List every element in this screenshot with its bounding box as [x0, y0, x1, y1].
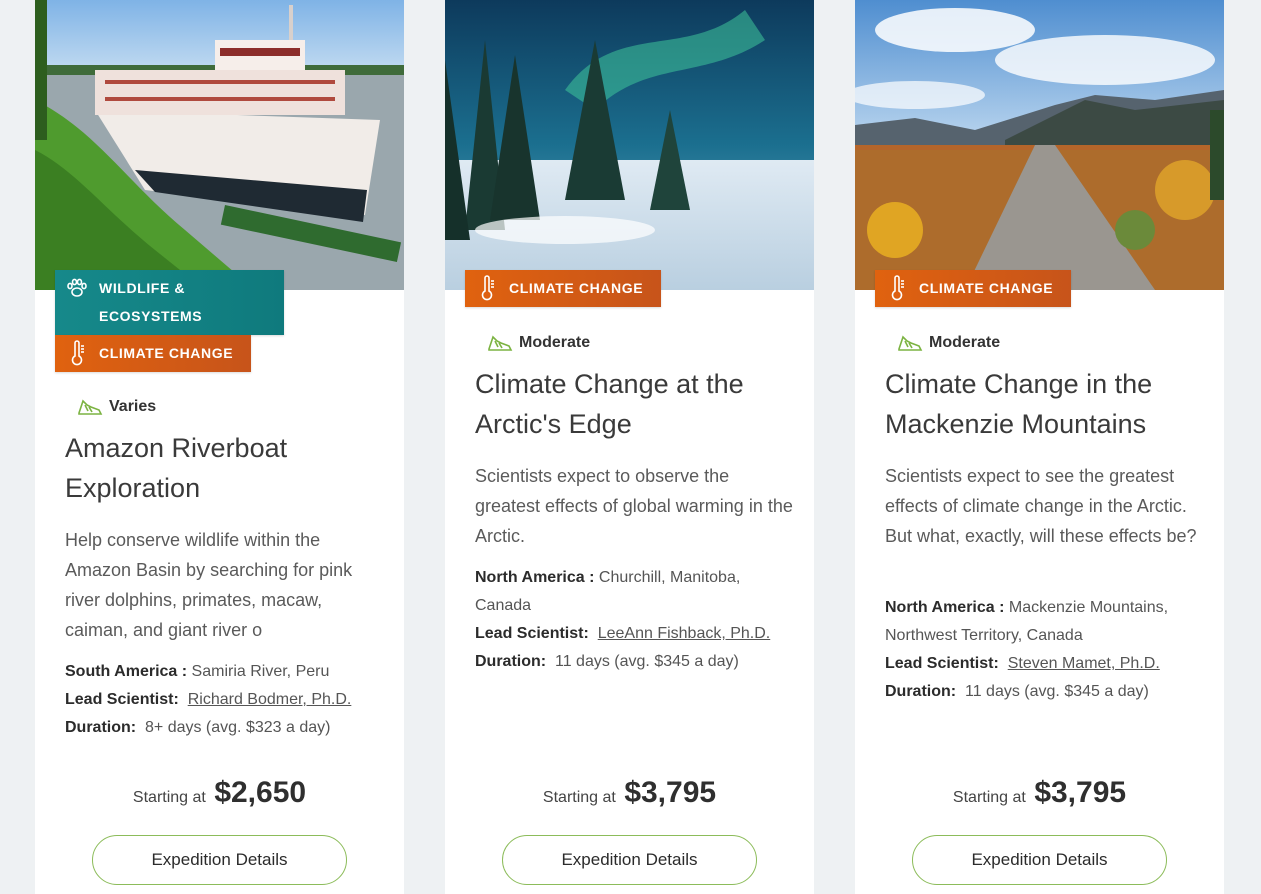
expedition-details-button[interactable]: Expedition Details: [912, 835, 1167, 885]
expedition-details-button[interactable]: Expedition Details: [502, 835, 757, 885]
expedition-meta: North America : Mackenzie Mountains, Nor…: [885, 594, 1205, 706]
expedition-description: Scientists expect to see the greatest ef…: [885, 466, 1197, 546]
region-value: Samiria River, Peru: [191, 663, 330, 680]
price: Starting at $2,650: [35, 776, 404, 810]
duration-value: 11 days (avg. $345 a day): [965, 683, 1149, 700]
thermometer-icon: [475, 274, 499, 302]
duration-row: Duration: 8+ days (avg. $323 a day): [65, 714, 385, 742]
expedition-meta: North America : Churchill, Manitoba, Can…: [475, 564, 795, 676]
expedition-title[interactable]: Climate Change in the Mackenzie Mountain…: [885, 364, 1205, 444]
expedition-card-mackenzie: CLIMATE CHANGE Moderate Climate Change i…: [855, 0, 1224, 894]
scientist-link[interactable]: Steven Mamet, Ph.D.: [1008, 655, 1160, 672]
difficulty-label: Moderate: [519, 334, 591, 351]
badge-label: CLIMATE CHANGE: [919, 280, 1054, 296]
category-badges: WILDLIFE & ECOSYSTEMS CLIMATE CHANGE: [55, 270, 284, 372]
duration-row: Duration: 11 days (avg. $345 a day): [475, 648, 795, 676]
hiking-boot-icon: [898, 335, 923, 351]
difficulty-label: Varies: [109, 398, 157, 415]
region-label: North America :: [475, 569, 595, 586]
difficulty-level: Moderate: [897, 333, 1000, 353]
duration-value: 11 days (avg. $345 a day): [555, 653, 739, 670]
scientist-label: Lead Scientist:: [885, 655, 999, 672]
scientist-row: Lead Scientist: Steven Mamet, Ph.D.: [885, 650, 1205, 678]
badge-label: WILDLIFE & ECOSYSTEMS: [99, 280, 203, 324]
expedition-title[interactable]: Amazon Riverboat Exploration: [65, 428, 385, 508]
scientist-link[interactable]: Richard Bodmer, Ph.D.: [188, 691, 352, 708]
region-label: South America :: [65, 663, 188, 680]
scientist-link[interactable]: LeeAnn Fishback, Ph.D.: [598, 625, 771, 642]
badge-label: CLIMATE CHANGE: [509, 280, 644, 296]
hiking-boot-icon: [78, 399, 103, 415]
difficulty-level: Varies: [77, 397, 156, 417]
mackenzie-mountains-photo[interactable]: [855, 0, 1224, 290]
category-badges: CLIMATE CHANGE: [465, 270, 661, 307]
duration-label: Duration:: [475, 653, 547, 670]
region-row: South America : Samiria River, Peru: [65, 658, 385, 686]
price: Starting at $3,795: [855, 776, 1224, 810]
duration-label: Duration:: [65, 719, 137, 736]
badge-climate-change[interactable]: CLIMATE CHANGE: [55, 335, 251, 372]
price-amount: $2,650: [214, 776, 307, 809]
price: Starting at $3,795: [445, 776, 814, 810]
scientist-row: Lead Scientist: Richard Bodmer, Ph.D.: [65, 686, 385, 714]
arctic-aurora-photo[interactable]: [445, 0, 814, 290]
expedition-description: Help conserve wildlife within the Amazon…: [65, 530, 353, 640]
price-amount: $3,795: [1034, 776, 1127, 809]
region-label: North America :: [885, 599, 1005, 616]
expedition-description: Scientists expect to observe the greates…: [475, 466, 793, 546]
scientist-label: Lead Scientist:: [65, 691, 179, 708]
badge-climate-change[interactable]: CLIMATE CHANGE: [465, 270, 661, 307]
category-badges: CLIMATE CHANGE: [875, 270, 1071, 307]
difficulty-level: Moderate: [487, 333, 590, 353]
scientist-row: Lead Scientist: LeeAnn Fishback, Ph.D.: [475, 620, 795, 648]
difficulty-label: Moderate: [929, 334, 1001, 351]
paw-icon: [65, 274, 89, 302]
price-prefix: Starting at: [132, 789, 206, 806]
duration-label: Duration:: [885, 683, 957, 700]
price-amount: $3,795: [624, 776, 717, 809]
expedition-title[interactable]: Climate Change at the Arctic's Edge: [475, 364, 795, 444]
expedition-meta: South America : Samiria River, Peru Lead…: [65, 658, 385, 742]
thermometer-icon: [65, 339, 89, 367]
expedition-card-amazon: WILDLIFE & ECOSYSTEMS CLIMATE CHANGE Var…: [35, 0, 404, 894]
duration-row: Duration: 11 days (avg. $345 a day): [885, 678, 1205, 706]
badge-climate-change[interactable]: CLIMATE CHANGE: [875, 270, 1071, 307]
region-row: North America : Churchill, Manitoba, Can…: [475, 564, 795, 620]
duration-value: 8+ days (avg. $323 a day): [145, 719, 331, 736]
riverboat-photo[interactable]: [35, 0, 404, 290]
badge-wildlife-ecosystems[interactable]: WILDLIFE & ECOSYSTEMS: [55, 270, 284, 335]
region-row: North America : Mackenzie Mountains, Nor…: [885, 594, 1205, 650]
price-prefix: Starting at: [952, 789, 1026, 806]
scientist-label: Lead Scientist:: [475, 625, 589, 642]
expedition-details-button[interactable]: Expedition Details: [92, 835, 347, 885]
thermometer-icon: [885, 274, 909, 302]
expedition-card-arctic-edge: CLIMATE CHANGE Moderate Climate Change a…: [445, 0, 814, 894]
badge-label: CLIMATE CHANGE: [99, 345, 234, 361]
hiking-boot-icon: [488, 335, 513, 351]
price-prefix: Starting at: [542, 789, 616, 806]
